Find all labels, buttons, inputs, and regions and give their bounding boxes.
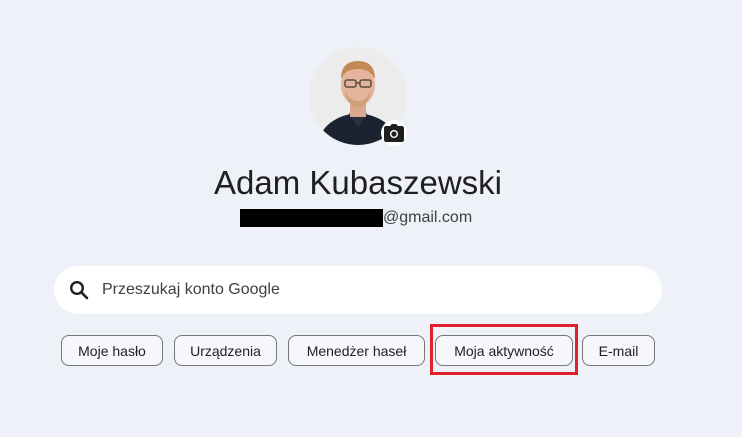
search-icon bbox=[68, 279, 90, 301]
profile-name: Adam Kubaszewski bbox=[214, 164, 502, 201]
account-search-box[interactable]: Przeszukaj konto Google bbox=[54, 266, 662, 314]
camera-icon bbox=[384, 124, 404, 142]
chip-email[interactable]: E-mail bbox=[582, 335, 655, 366]
email-redaction bbox=[240, 209, 383, 227]
chip-password-manager[interactable]: Menedżer haseł bbox=[288, 335, 425, 366]
change-photo-button[interactable] bbox=[381, 120, 407, 146]
chip-my-password[interactable]: Moje hasło bbox=[61, 335, 163, 366]
profile-email: @gmail.com bbox=[240, 208, 472, 228]
profile-avatar-container[interactable] bbox=[309, 47, 407, 146]
chip-devices[interactable]: Urządzenia bbox=[174, 335, 277, 366]
search-input[interactable]: Przeszukaj konto Google bbox=[102, 281, 280, 299]
email-suffix: @gmail.com bbox=[383, 209, 473, 226]
highlight-frame bbox=[430, 324, 578, 375]
